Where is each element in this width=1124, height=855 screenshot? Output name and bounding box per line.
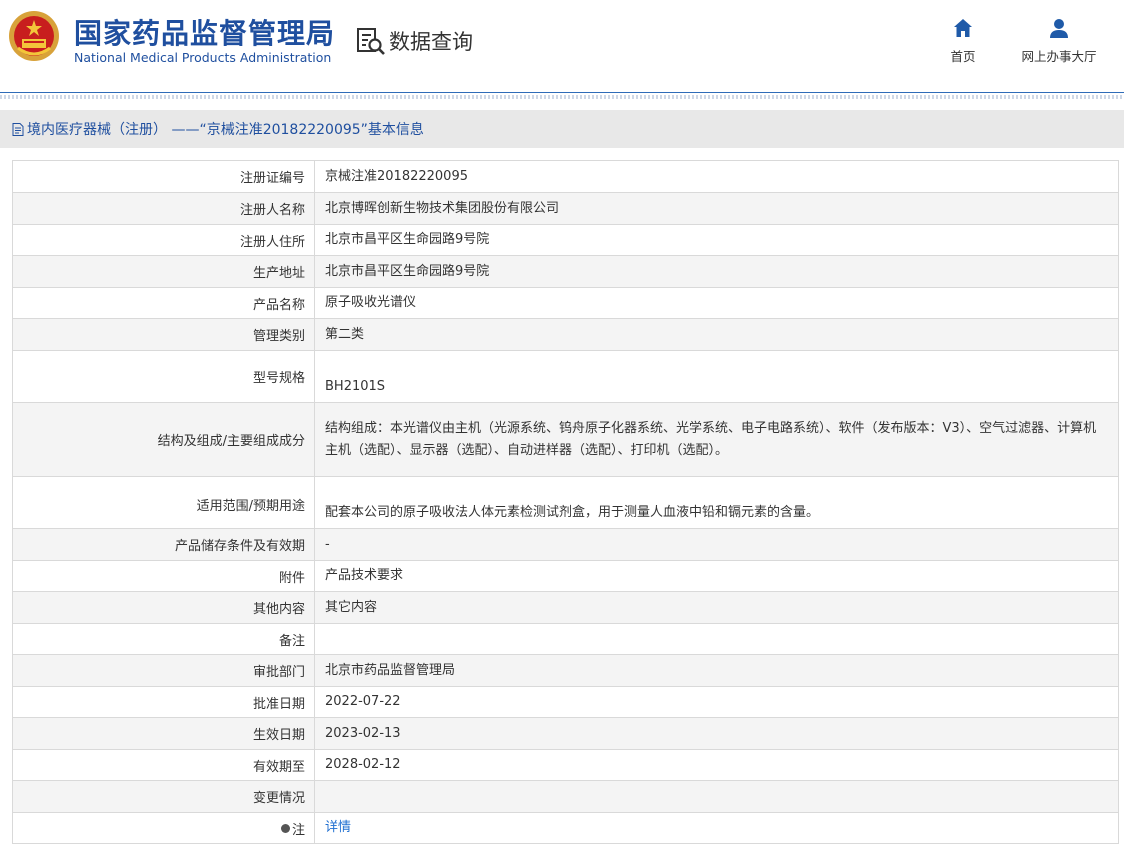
row-value: 京械注准20182220095: [314, 160, 1119, 193]
table-row: 管理类别 第二类: [12, 318, 1119, 351]
home-icon: [954, 19, 972, 37]
row-label: 产品储存条件及有效期: [12, 528, 315, 561]
table-row: 型号规格 BH2101S: [12, 350, 1119, 403]
row-label: 结构及组成/主要组成成分: [12, 402, 315, 477]
row-value: 原子吸收光谱仪: [314, 287, 1119, 319]
row-label: 审批部门: [12, 654, 315, 687]
table-row: 注 详情: [12, 812, 1119, 844]
row-value-cell: 详情: [314, 812, 1119, 844]
table-row: 注册人住所 北京市昌平区生命园路9号院: [12, 224, 1119, 256]
row-label: 注册人住所: [12, 224, 315, 256]
table-row: 产品储存条件及有效期 -: [12, 528, 1119, 561]
header-dotted-divider: [0, 95, 1124, 99]
header-divider: [0, 92, 1124, 93]
row-value: 2023-02-13: [314, 717, 1119, 750]
national-emblem-icon: [9, 11, 59, 61]
nav-home-label: 首页: [950, 49, 976, 64]
brand-subtitle: National Medical Products Administration: [74, 50, 332, 65]
row-label: 批准日期: [12, 686, 315, 718]
table-row: 审批部门 北京市药品监督管理局: [12, 654, 1119, 687]
row-label: 型号规格: [12, 350, 315, 403]
row-value: 北京市药品监督管理局: [314, 654, 1119, 687]
row-value: 其它内容: [314, 591, 1119, 624]
row-label: 备注: [12, 623, 315, 655]
table-row: 变更情况: [12, 780, 1119, 813]
row-label: 注册人名称: [12, 192, 315, 225]
row-label: 变更情况: [12, 780, 315, 813]
site-header: 国家药品监督管理局 National Medical Products Admi…: [0, 0, 1124, 95]
note-label: 注: [280, 819, 305, 838]
table-row: 生效日期 2023-02-13: [12, 717, 1119, 750]
table-row: 批准日期 2022-07-22: [12, 686, 1119, 718]
nav-online-hall-label: 网上办事大厅: [1021, 49, 1097, 64]
row-value: [314, 780, 1119, 813]
brand-title: 国家药品监督管理局: [74, 17, 336, 50]
row-value: -: [314, 528, 1119, 561]
table-row: 备注: [12, 623, 1119, 655]
row-value: 第二类: [314, 318, 1119, 351]
nav-online-hall[interactable]: 网上办事大厅: [1015, 17, 1103, 65]
breadcrumb-text: 境内医疗器械（注册） ——“京械注准20182220095”基本信息: [27, 122, 424, 138]
table-row: 注册证编号 京械注准20182220095: [12, 160, 1119, 193]
row-label: 其他内容: [12, 591, 315, 624]
row-value: [314, 623, 1119, 655]
note-bulb-icon: [280, 823, 290, 833]
row-label: 管理类别: [12, 318, 315, 351]
row-label: 生效日期: [12, 717, 315, 750]
table-row: 生产地址 北京市昌平区生命园路9号院: [12, 255, 1119, 288]
row-value: 北京市昌平区生命园路9号院: [314, 224, 1119, 256]
details-link[interactable]: 详情: [325, 820, 351, 835]
row-value-cell: 配套本公司的原子吸收法人体元素检测试剂盒，用于测量人血液中铅和镉元素的含量。: [314, 476, 1119, 529]
row-label: 附件: [12, 560, 315, 592]
row-value-cell: BH2101S: [314, 350, 1119, 403]
document-search-icon: [357, 28, 385, 55]
row-value: 2028-02-12: [314, 749, 1119, 781]
table-row: 结构及组成/主要组成成分 结构组成：本光谱仪由主机（光源系统、钨舟原子化器系统、光…: [12, 402, 1119, 477]
row-label: 生产地址: [12, 255, 315, 288]
table-row: 附件 产品技术要求: [12, 560, 1119, 592]
row-value: 配套本公司的原子吸收法人体元素检测试剂盒，用于测量人血液中铅和镉元素的含量。: [325, 504, 820, 520]
row-label: 有效期至: [12, 749, 315, 781]
row-value: 产品技术要求: [314, 560, 1119, 592]
note-label-text: 注: [291, 822, 305, 838]
row-value: 北京博晖创新生物技术集团股份有限公司: [314, 192, 1119, 225]
document-icon: [12, 122, 24, 136]
table-row: 有效期至 2028-02-12: [12, 749, 1119, 781]
row-value: BH2101S: [325, 378, 386, 394]
data-query-link[interactable]: 数据查询: [356, 26, 473, 56]
row-value: 北京市昌平区生命园路9号院: [314, 255, 1119, 288]
user-icon: [1050, 19, 1068, 38]
table-row: 适用范围/预期用途 配套本公司的原子吸收法人体元素检测试剂盒，用于测量人血液中铅和…: [12, 476, 1119, 529]
nav-home[interactable]: 首页: [946, 17, 980, 65]
table-row: 产品名称 原子吸收光谱仪: [12, 287, 1119, 319]
row-label: 产品名称: [12, 287, 315, 319]
row-label: 适用范围/预期用途: [12, 476, 315, 529]
table-row: 其他内容 其它内容: [12, 591, 1119, 624]
table-row: 注册人名称 北京博晖创新生物技术集团股份有限公司: [12, 192, 1119, 225]
row-label: 注册证编号: [12, 160, 315, 193]
row-label-cell: 注: [12, 812, 315, 844]
row-value: 结构组成：本光谱仪由主机（光源系统、钨舟原子化器系统、光学系统、电子电路系统）、…: [314, 402, 1119, 477]
row-value: 2022-07-22: [314, 686, 1119, 718]
breadcrumb: 境内医疗器械（注册） ——“京械注准20182220095”基本信息: [0, 110, 1124, 148]
data-query-label: 数据查询: [389, 30, 473, 54]
registration-detail-table: 注册证编号 京械注准20182220095 注册人名称 北京博晖创新生物技术集团股份…: [12, 160, 1119, 844]
